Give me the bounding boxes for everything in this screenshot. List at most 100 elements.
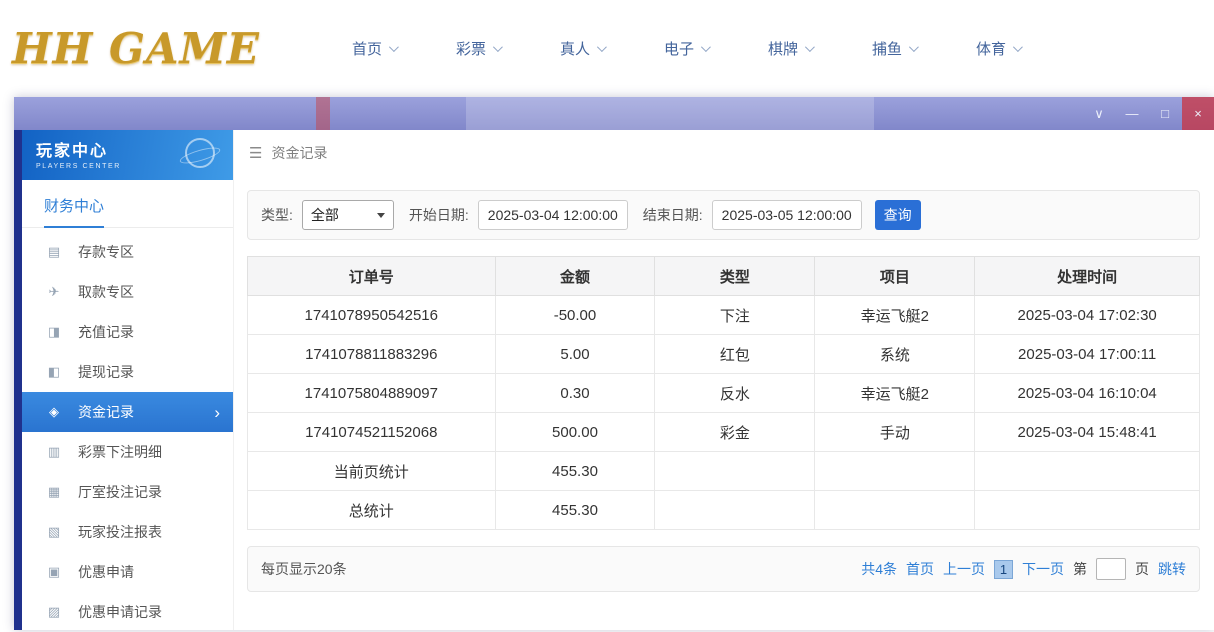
- sidebar-item-promo-apply-records[interactable]: ▨ 优惠申请记录: [22, 592, 233, 632]
- sidebar-item-label: 充值记录: [78, 322, 134, 342]
- table-cell: 455.30: [495, 452, 655, 491]
- table-cell: 总统计: [248, 491, 496, 530]
- banner-sliver: [316, 97, 330, 130]
- column-header-type: 类型: [655, 257, 815, 296]
- column-header-time: 处理时间: [975, 257, 1200, 296]
- table-cell: 幸运飞艇2: [815, 296, 975, 335]
- nav-item-electronic[interactable]: 电子: [634, 38, 738, 59]
- sidebar-item-label: 玩家投注报表: [78, 522, 162, 542]
- page-title: 资金记录: [271, 143, 327, 163]
- column-header-order-no: 订单号: [248, 257, 496, 296]
- sidebar-item-lottery-bet-detail[interactable]: ▥ 彩票下注明细: [22, 432, 233, 472]
- promo-apply-records-icon: ▨: [46, 604, 62, 620]
- menu-icon[interactable]: ☰: [249, 144, 262, 162]
- nav-label: 真人: [560, 38, 590, 59]
- window-minimize-icon[interactable]: —: [1125, 106, 1139, 121]
- filter-bar: 类型: 全部 开始日期: 结束日期: 查询: [247, 190, 1200, 240]
- nav-item-home[interactable]: 首页: [322, 38, 426, 59]
- sidebar-item-recharge-records[interactable]: ◨ 充值记录: [22, 312, 233, 352]
- nav-item-sports[interactable]: 体育: [946, 38, 1050, 59]
- sidebar-item-label: 取款专区: [78, 282, 134, 302]
- table-cell: 5.00: [495, 335, 655, 374]
- main-content: ☰ 资金记录 类型: 全部 开始日期: 结束日期: 查询: [234, 130, 1214, 630]
- table-cell: 1741078950542516: [248, 296, 496, 335]
- table-cell: [815, 491, 975, 530]
- first-page-link[interactable]: 首页: [906, 559, 934, 579]
- main-nav: 首页 彩票 真人 电子 棋牌 捕鱼: [322, 38, 1050, 59]
- sidebar-item-hall-bet-records[interactable]: ▦ 厅室投注记录: [22, 472, 233, 512]
- chevron-down-icon: [805, 42, 815, 52]
- site-logo[interactable]: HH GAME: [12, 24, 300, 73]
- type-select[interactable]: 全部: [302, 200, 394, 230]
- pager: 共4条 首页 上一页 1 下一页 第 页 跳转: [861, 558, 1186, 580]
- search-button[interactable]: 查询: [875, 200, 921, 230]
- table-cell: 手动: [815, 413, 975, 452]
- table-row: 1741078811883296 5.00 红包 系统 2025-03-04 1…: [248, 335, 1200, 374]
- lottery-bet-detail-icon: ▥: [46, 444, 62, 460]
- window-body: 玩家中心 PLAYERS CENTER 财务中心 ▤ 存款专区 ✈ 取款专区: [14, 130, 1214, 630]
- table-cell: [975, 491, 1200, 530]
- table-cell: [655, 452, 815, 491]
- table-cell: 2025-03-04 17:02:30: [975, 296, 1200, 335]
- nav-item-chess[interactable]: 棋牌: [738, 38, 842, 59]
- banner-sliver: [466, 97, 874, 130]
- chevron-down-icon: [909, 42, 919, 52]
- nav-label: 首页: [352, 38, 382, 59]
- sidebar-item-promo-apply[interactable]: ▣ 优惠申请: [22, 552, 233, 592]
- window-maximize-icon[interactable]: □: [1158, 106, 1172, 121]
- table-cell: 当前页统计: [248, 452, 496, 491]
- sidebar-item-fund-records[interactable]: ◈ 资金记录 ›: [22, 392, 233, 432]
- nav-item-live[interactable]: 真人: [530, 38, 634, 59]
- page-number-input[interactable]: [1096, 558, 1126, 580]
- chevron-down-icon: [701, 42, 711, 52]
- nav-label: 电子: [664, 38, 694, 59]
- player-bet-report-icon: ▧: [46, 524, 62, 540]
- table-cell: 1741074521152068: [248, 413, 496, 452]
- table-cell: [655, 491, 815, 530]
- prev-page-link[interactable]: 上一页: [943, 559, 985, 579]
- table-row: 1741075804889097 0.30 反水 幸运飞艇2 2025-03-0…: [248, 374, 1200, 413]
- table-cell: 2025-03-04 16:10:04: [975, 374, 1200, 413]
- table-cell: 500.00: [495, 413, 655, 452]
- sidebar-menu: ▤ 存款专区 ✈ 取款专区 ◨ 充值记录 ◧ 提现记录: [22, 228, 233, 632]
- table-cell: 1741078811883296: [248, 335, 496, 374]
- sidebar-item-label: 优惠申请记录: [78, 602, 162, 622]
- sidebar-item-label: 优惠申请: [78, 562, 134, 582]
- globe-icon: [185, 138, 215, 168]
- window-collapse-icon[interactable]: ∨: [1092, 106, 1106, 122]
- end-date-label: 结束日期:: [643, 205, 703, 225]
- start-date-input[interactable]: [478, 200, 628, 230]
- sidebar-item-withdrawal-records[interactable]: ◧ 提现记录: [22, 352, 233, 392]
- next-page-link[interactable]: 下一页: [1022, 559, 1064, 579]
- nav-item-lottery[interactable]: 彩票: [426, 38, 530, 59]
- sidebar: 玩家中心 PLAYERS CENTER 财务中心 ▤ 存款专区 ✈ 取款专区: [22, 130, 234, 630]
- chevron-down-icon: [377, 213, 385, 218]
- hall-bet-records-icon: ▦: [46, 484, 62, 500]
- site-header: HH GAME 首页 彩票 真人 电子 棋牌 捕鱼: [0, 0, 1214, 97]
- sidebar-item-label: 彩票下注明细: [78, 442, 162, 462]
- per-page-label: 每页显示20条: [261, 559, 347, 579]
- type-select-value: 全部: [311, 205, 339, 225]
- sidebar-item-label: 资金记录: [78, 402, 134, 422]
- current-page[interactable]: 1: [994, 560, 1013, 579]
- sidebar-item-player-bet-report[interactable]: ▧ 玩家投注报表: [22, 512, 233, 552]
- nav-item-fishing[interactable]: 捕鱼: [842, 38, 946, 59]
- window-controls: ∨ — □ ×: [1092, 97, 1205, 130]
- sidebar-item-deposit-zone[interactable]: ▤ 存款专区: [22, 232, 233, 272]
- sidebar-header: 玩家中心 PLAYERS CENTER: [22, 130, 233, 180]
- window-close-icon[interactable]: ×: [1191, 106, 1205, 121]
- table-row: 1741074521152068 500.00 彩金 手动 2025-03-04…: [248, 413, 1200, 452]
- window-titlebar[interactable]: ∨ — □ ×: [14, 97, 1214, 130]
- fund-records-table: 订单号 金额 类型 项目 处理时间 1741078950542516 -50.0…: [247, 256, 1200, 530]
- end-date-input[interactable]: [712, 200, 862, 230]
- chevron-right-icon: ›: [214, 404, 220, 421]
- column-header-amount: 金额: [495, 257, 655, 296]
- sidebar-item-withdraw-zone[interactable]: ✈ 取款专区: [22, 272, 233, 312]
- jump-link[interactable]: 跳转: [1158, 559, 1186, 579]
- table-cell: 系统: [815, 335, 975, 374]
- table-cell: 红包: [655, 335, 815, 374]
- window-left-accent: [14, 130, 22, 630]
- type-label: 类型:: [261, 205, 293, 225]
- withdrawal-records-icon: ◧: [46, 364, 62, 380]
- table-row: 1741078950542516 -50.00 下注 幸运飞艇2 2025-03…: [248, 296, 1200, 335]
